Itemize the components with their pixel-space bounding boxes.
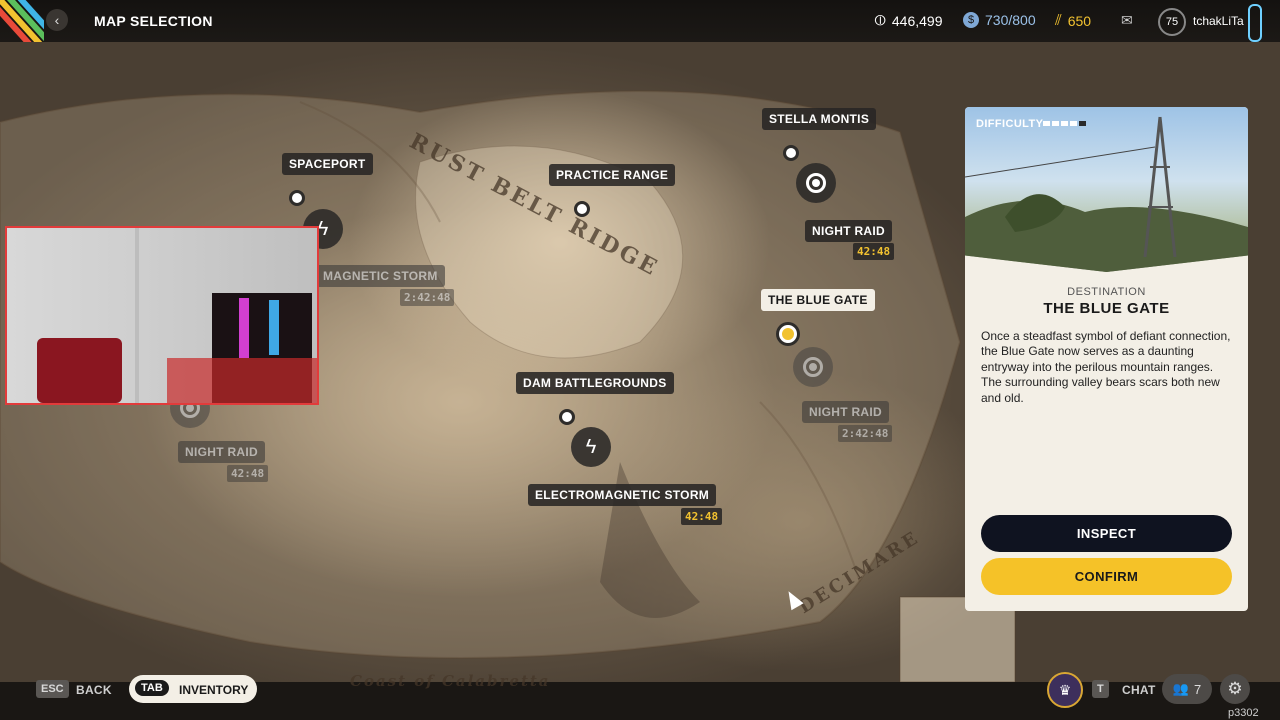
back-button[interactable]: BACK xyxy=(76,683,112,697)
bottom-bar: ESC BACK TAB INVENTORY ♛ T CHAT 👥 7 ⚙ p3… xyxy=(0,670,1280,720)
location-label-stella-montis[interactable]: STELLA MONTIS xyxy=(762,108,877,130)
event-label-night-raid: NIGHT RAID xyxy=(805,220,892,242)
token-balance: ⫽ 650 xyxy=(1055,12,1092,29)
destination-label: DESTINATION xyxy=(1067,286,1146,298)
gear-icon[interactable]: ⚙ xyxy=(1220,674,1250,704)
night-raid-icon[interactable] xyxy=(793,347,833,387)
night-raid-icon[interactable] xyxy=(796,163,836,203)
difficulty-meter xyxy=(1043,121,1086,126)
inventory-label: INVENTORY xyxy=(179,683,249,697)
player-level-badge[interactable]: 75 xyxy=(1158,8,1186,36)
status-ring-icon xyxy=(1248,4,1262,42)
difficulty-label: DIFFICULTY xyxy=(976,118,1044,130)
location-marker-dam-battlegrounds[interactable] xyxy=(559,409,575,425)
destination-image xyxy=(965,107,1248,272)
brand-stripes xyxy=(0,0,44,42)
destination-description: Once a steadfast symbol of defiant conne… xyxy=(981,329,1231,405)
difficulty-pip xyxy=(1043,121,1050,126)
coin-balance: ⦶ 446,499 xyxy=(875,12,943,29)
username[interactable]: tchakLiTa xyxy=(1193,14,1244,28)
event-label-magnetic-storm: MAGNETIC STORM xyxy=(316,265,445,287)
mail-icon[interactable]: ✉ xyxy=(1121,12,1133,29)
seed-balance: $ 730/800 xyxy=(963,12,1036,28)
inventory-button[interactable]: TAB INVENTORY xyxy=(129,675,257,703)
event-timer: 2:42:48 xyxy=(838,425,893,442)
event-timer: 42:48 xyxy=(853,243,895,260)
difficulty-pip xyxy=(1070,121,1077,126)
location-label-dam-battlegrounds[interactable]: DAM BATTLEGROUNDS xyxy=(516,372,674,394)
location-marker-practice-range[interactable] xyxy=(574,201,590,217)
tokens-icon: ⫽ xyxy=(1055,12,1062,29)
difficulty-pip xyxy=(1079,121,1086,126)
top-bar: ‹ MAP SELECTION ⦶ 446,499 $ 730/800 ⫽ 65… xyxy=(0,0,1280,42)
difficulty-pip xyxy=(1061,121,1068,126)
coin-icon: ⦶ xyxy=(875,12,886,29)
seed-icon: $ xyxy=(963,12,979,28)
location-marker-spaceport[interactable] xyxy=(289,190,305,206)
event-timer: 2:42:48 xyxy=(400,289,455,306)
build-version: p3302 xyxy=(1228,707,1259,719)
destination-panel: DIFFICULTY DESTINATION THE BLUE GATE Onc… xyxy=(965,107,1248,611)
event-label-electromagnetic-storm: ELECTROMAGNETIC STORM xyxy=(528,484,717,506)
party-button[interactable]: 👥 7 xyxy=(1162,674,1212,704)
party-count: 7 xyxy=(1193,681,1202,697)
profile-emblem-icon[interactable]: ♛ xyxy=(1047,672,1083,708)
event-timer: 42:48 xyxy=(681,508,723,525)
location-marker-blue-gate[interactable] xyxy=(779,325,797,343)
chat-button[interactable]: CHAT xyxy=(1122,683,1156,697)
event-label-night-raid: NIGHT RAID xyxy=(178,441,265,463)
event-timer: 42:48 xyxy=(227,465,269,482)
location-label-practice-range[interactable]: PRACTICE RANGE xyxy=(549,164,676,186)
destination-name: THE BLUE GATE xyxy=(1043,300,1170,317)
party-icon: 👥 xyxy=(1172,681,1189,696)
location-label-spaceport[interactable]: SPACEPORT xyxy=(282,153,373,175)
location-marker-stella-montis[interactable] xyxy=(783,145,799,161)
event-label-night-raid: NIGHT RAID xyxy=(802,401,889,423)
webcam-overlay xyxy=(5,226,319,405)
back-arrow-icon[interactable]: ‹ xyxy=(46,9,68,31)
page-title: MAP SELECTION xyxy=(94,13,213,29)
location-label-blue-gate[interactable]: THE BLUE GATE xyxy=(761,289,875,311)
esc-key-hint: ESC xyxy=(36,680,69,698)
inspect-button[interactable]: INSPECT xyxy=(981,515,1232,552)
lightning-icon[interactable]: ϟ xyxy=(571,427,611,467)
tab-key-hint: TAB xyxy=(135,680,169,696)
difficulty-pip xyxy=(1052,121,1059,126)
confirm-button[interactable]: CONFIRM xyxy=(981,558,1232,595)
chat-key-hint: T xyxy=(1092,680,1109,698)
